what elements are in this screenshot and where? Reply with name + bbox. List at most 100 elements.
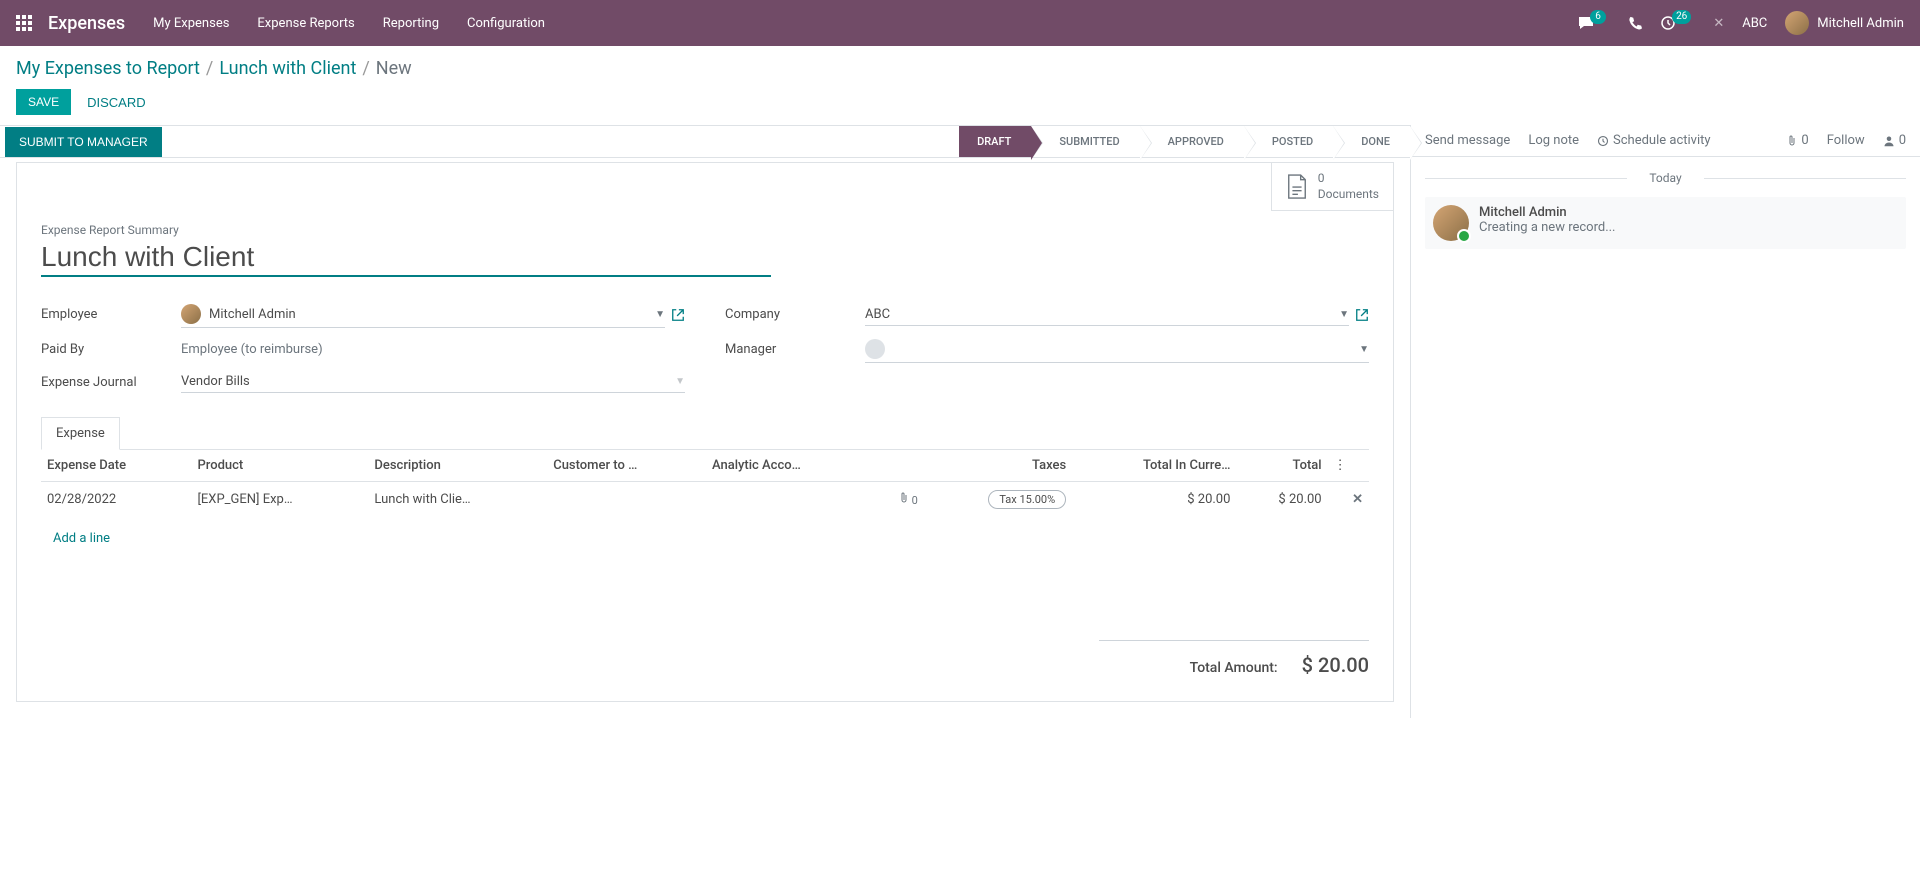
messages-icon[interactable]: 6	[1578, 15, 1610, 31]
col-description[interactable]: Description	[368, 450, 547, 482]
user-name: Mitchell Admin	[1817, 16, 1904, 31]
cell-analytic[interactable]	[706, 482, 873, 518]
breadcrumb-root[interactable]: My Expenses to Report	[16, 58, 200, 79]
attach-count: 0	[1801, 133, 1808, 148]
nav-menu: My Expenses Expense Reports Reporting Co…	[153, 16, 545, 31]
total-label: Total Amount:	[1190, 660, 1278, 676]
log-note-button[interactable]: Log note	[1528, 133, 1579, 148]
total-value: $ 20.00	[1302, 653, 1369, 677]
tab-expense[interactable]: Expense	[41, 417, 120, 450]
phone-icon[interactable]	[1628, 16, 1642, 30]
form-sheet: SUBMIT TO MANAGER DRAFT SUBMITTED APPROV…	[0, 125, 1410, 718]
cell-description[interactable]: Lunch with Clie…	[368, 482, 547, 518]
form-inner: 0 Documents Expense Report Summary Emplo…	[16, 162, 1394, 702]
chevron-down-icon: ▼	[1339, 309, 1349, 320]
employee-label: Employee	[41, 307, 181, 322]
schedule-activity-button[interactable]: Schedule activity	[1597, 133, 1711, 148]
status-approved[interactable]: APPROVED	[1140, 126, 1244, 157]
doc-count: 0	[1318, 171, 1379, 187]
chevron-down-icon: ▼	[675, 376, 685, 387]
control-panel: My Expenses to Report / Lunch with Clien…	[0, 46, 1920, 115]
status-posted[interactable]: POSTED	[1244, 126, 1333, 157]
status-bar: SUBMIT TO MANAGER DRAFT SUBMITTED APPROV…	[0, 125, 1410, 158]
discard-button[interactable]: DISCARD	[87, 95, 146, 110]
col-customer[interactable]: Customer to …	[547, 450, 706, 482]
app-brand[interactable]: Expenses	[48, 13, 125, 34]
clock-icon	[1597, 135, 1609, 147]
summary-input[interactable]	[41, 239, 771, 277]
user-menu[interactable]: Mitchell Admin	[1785, 11, 1904, 35]
apps-icon[interactable]	[16, 15, 32, 31]
today-divider: Today	[1425, 171, 1906, 185]
column-options-icon[interactable]: ⋮	[1328, 450, 1369, 482]
status-arrows: DRAFT SUBMITTED APPROVED POSTED DONE	[959, 126, 1410, 157]
col-analytic[interactable]: Analytic Acco…	[706, 450, 873, 482]
nav-reporting[interactable]: Reporting	[383, 16, 439, 31]
breadcrumb-sep: /	[206, 58, 213, 79]
tax-chip: Tax 15.00%	[988, 490, 1066, 509]
cell-tax[interactable]: Tax 15.00%	[924, 482, 1072, 518]
breadcrumb: My Expenses to Report / Lunch with Clien…	[16, 58, 1904, 79]
close-icon[interactable]: ✕	[1713, 16, 1724, 31]
company-name[interactable]: ABC	[1742, 16, 1767, 31]
nav-my-expenses[interactable]: My Expenses	[153, 16, 229, 31]
external-link-icon[interactable]	[671, 308, 685, 322]
manager-label: Manager	[725, 342, 865, 357]
manager-value[interactable]: ▼	[865, 336, 1369, 363]
field-company: Company ABC ▼	[725, 301, 1369, 328]
follow-button[interactable]: Follow	[1827, 133, 1865, 148]
document-icon	[1286, 173, 1308, 201]
total-row: Total Amount: $ 20.00	[1099, 640, 1369, 677]
row-delete-icon[interactable]: ✕	[1352, 492, 1363, 507]
total-wrap: Total Amount: $ 20.00	[41, 620, 1369, 677]
manager-avatar	[865, 339, 885, 359]
cell-total-curr[interactable]: $ 20.00	[1072, 482, 1236, 518]
cell-attach[interactable]: 0	[873, 482, 924, 518]
journal-text: Vendor Bills	[181, 374, 250, 389]
cell-total[interactable]: $ 20.00	[1236, 482, 1327, 518]
main-wrap: SUBMIT TO MANAGER DRAFT SUBMITTED APPROV…	[0, 125, 1920, 718]
send-message-button[interactable]: Send message	[1425, 133, 1510, 148]
nav-configuration[interactable]: Configuration	[467, 16, 545, 31]
col-total[interactable]: Total	[1236, 450, 1327, 482]
activity-icon[interactable]: 26	[1660, 15, 1695, 31]
sheet-body: Expense Report Summary Employee Mitchell…	[17, 211, 1393, 701]
employee-value[interactable]: Mitchell Admin ▼	[181, 301, 665, 328]
submit-to-manager-button[interactable]: SUBMIT TO MANAGER	[5, 127, 162, 157]
message: Mitchell Admin Creating a new record...	[1425, 197, 1906, 249]
summary-label: Expense Report Summary	[41, 223, 1369, 237]
doc-text: 0 Documents	[1318, 171, 1379, 202]
message-text: Creating a new record...	[1479, 220, 1616, 235]
col-date[interactable]: Expense Date	[41, 450, 191, 482]
status-draft[interactable]: DRAFT	[959, 126, 1031, 157]
cell-product[interactable]: [EXP_GEN] Exp…	[191, 482, 368, 518]
nav-right: 6 26 ✕ ABC Mitchell Admin	[1578, 11, 1904, 35]
documents-button[interactable]: 0 Documents	[1271, 163, 1393, 211]
status-submitted[interactable]: SUBMITTED	[1031, 126, 1139, 157]
col-product[interactable]: Product	[191, 450, 368, 482]
field-employee: Employee Mitchell Admin ▼	[41, 301, 685, 328]
paidby-label: Paid By	[41, 342, 181, 357]
followers-button[interactable]: 0	[1883, 133, 1906, 148]
company-value[interactable]: ABC ▼	[865, 304, 1349, 326]
attachments-button[interactable]: 0	[1787, 133, 1808, 148]
paperclip-icon	[1787, 135, 1797, 147]
cell-customer[interactable]	[547, 482, 706, 518]
save-button[interactable]: SAVE	[16, 89, 71, 115]
add-line-button[interactable]: Add a line	[47, 525, 116, 552]
button-row: SAVE DISCARD	[16, 89, 1904, 115]
nav-expense-reports[interactable]: Expense Reports	[257, 16, 354, 31]
breadcrumb-parent[interactable]: Lunch with Client	[219, 58, 356, 79]
follower-count: 0	[1899, 133, 1906, 148]
external-link-icon[interactable]	[1355, 308, 1369, 322]
chatter: Send message Log note Schedule activity …	[1410, 125, 1920, 718]
col-total-curr[interactable]: Total In Curre…	[1072, 450, 1236, 482]
expense-table: Expense Date Product Description Custome…	[41, 450, 1369, 560]
user-avatar	[1785, 11, 1809, 35]
message-avatar	[1433, 205, 1469, 241]
table-row[interactable]: 02/28/2022 [EXP_GEN] Exp… Lunch with Cli…	[41, 482, 1369, 518]
journal-value[interactable]: Vendor Bills ▼	[181, 371, 685, 393]
cell-date[interactable]: 02/28/2022	[41, 482, 191, 518]
chevron-down-icon: ▼	[655, 309, 665, 320]
col-taxes[interactable]: Taxes	[924, 450, 1072, 482]
